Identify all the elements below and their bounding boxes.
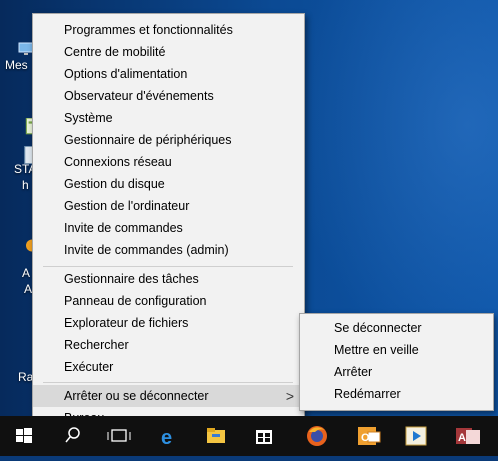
menu-item-label: Explorateur de fichiers [64,316,189,330]
menu-item-computer-management[interactable]: Gestion de l'ordinateur [33,195,304,217]
taskbar-media-player[interactable] [392,416,440,456]
menu-item-label: Programmes et fonctionnalités [64,23,233,37]
access-icon: A [456,428,480,444]
windows-start-icon [16,428,32,443]
taskbar-access[interactable]: A [444,416,492,456]
taskbar-outlook[interactable]: O [344,416,392,456]
outlook-icon: O [358,427,381,445]
taskbar-store[interactable] [240,416,288,456]
taskbar: e O A [0,416,498,456]
menu-item-label: Observateur d'événements [64,89,214,103]
desktop-icon-label: Mes [5,58,28,72]
menu-item-power-options[interactable]: Options d'alimentation [33,63,304,85]
menu-item-label: Invite de commandes (admin) [64,243,229,257]
menu-item-mobility-center[interactable]: Centre de mobilité [33,41,304,63]
menu-item-event-viewer[interactable]: Observateur d'événements [33,85,304,107]
menu-item-network-connections[interactable]: Connexions réseau [33,151,304,173]
menu-item-label: Invite de commandes [64,221,183,235]
menu-item-label: Exécuter [64,360,114,374]
menu-item-system[interactable]: Système [33,107,304,129]
svg-text:A: A [458,432,466,444]
submenu-item-sleep[interactable]: Mettre en veille [300,339,493,361]
search-icon [65,427,80,443]
taskbar-file-explorer[interactable] [192,416,240,456]
menu-item-file-explorer[interactable]: Explorateur de fichiers [33,312,304,334]
menu-item-search[interactable]: Rechercher [33,334,304,356]
menu-item-label: Gestion du disque [64,177,165,191]
submenu-item-shutdown[interactable]: Arrêter [300,361,493,383]
menu-item-task-manager[interactable]: Gestionnaire des tâches [33,268,304,290]
menu-item-programs[interactable]: Programmes et fonctionnalités [33,19,304,41]
chevron-right-icon: > [285,388,294,404]
submenu-item-restart[interactable]: Redémarrer [300,383,493,405]
start-button[interactable] [0,416,48,456]
menu-item-label: Redémarrer [334,387,401,401]
menu-separator [43,382,293,383]
menu-item-label: Options d'alimentation [64,67,188,81]
menu-item-run[interactable]: Exécuter [33,356,304,378]
task-view-button[interactable] [96,416,144,456]
desktop-icon-label: A [24,282,33,296]
menu-item-label: Se déconnecter [334,321,422,335]
menu-item-disk-management[interactable]: Gestion du disque [33,173,304,195]
menu-item-command-prompt[interactable]: Invite de commandes [33,217,304,239]
menu-item-label: Arrêter [334,365,373,379]
firefox-icon [307,426,327,446]
store-icon [256,430,272,444]
svg-text:e: e [161,427,172,449]
desktop-icon-label: h [22,178,29,192]
menu-item-label: Gestionnaire de périphériques [64,133,232,147]
menu-item-label: Connexions réseau [64,155,172,169]
menu-item-control-panel[interactable]: Panneau de configuration [33,290,304,312]
menu-item-label: Système [64,111,113,125]
taskbar-search-button[interactable] [48,416,96,456]
menu-item-label: Centre de mobilité [64,45,166,59]
media-player-icon [405,426,427,446]
menu-item-label: Gestionnaire des tâches [64,272,199,286]
file-explorer-icon [207,428,225,443]
menu-item-shutdown-signout[interactable]: Arrêter ou se déconnecter > [33,385,304,407]
menu-item-label: Arrêter ou se déconnecter [64,389,209,403]
svg-text:O: O [361,432,370,444]
menu-item-label: Mettre en veille [334,343,419,357]
menu-item-label: Rechercher [64,338,129,352]
menu-item-device-manager[interactable]: Gestionnaire de périphériques [33,129,304,151]
menu-item-label: Gestion de l'ordinateur [64,199,190,213]
taskbar-edge[interactable]: e [144,416,192,456]
menu-item-label: Panneau de configuration [64,294,207,308]
menu-item-command-prompt-admin[interactable]: Invite de commandes (admin) [33,239,304,261]
menu-separator [43,266,293,267]
edge-icon: e [161,427,172,449]
taskbar-firefox[interactable] [293,416,341,456]
submenu-item-sign-out[interactable]: Se déconnecter [300,317,493,339]
desktop-icon-label: A [22,266,31,280]
task-view-icon [107,429,131,442]
winx-context-menu: Programmes et fonctionnalités Centre de … [32,13,305,435]
shutdown-submenu: Se déconnecter Mettre en veille Arrêter … [299,313,494,411]
